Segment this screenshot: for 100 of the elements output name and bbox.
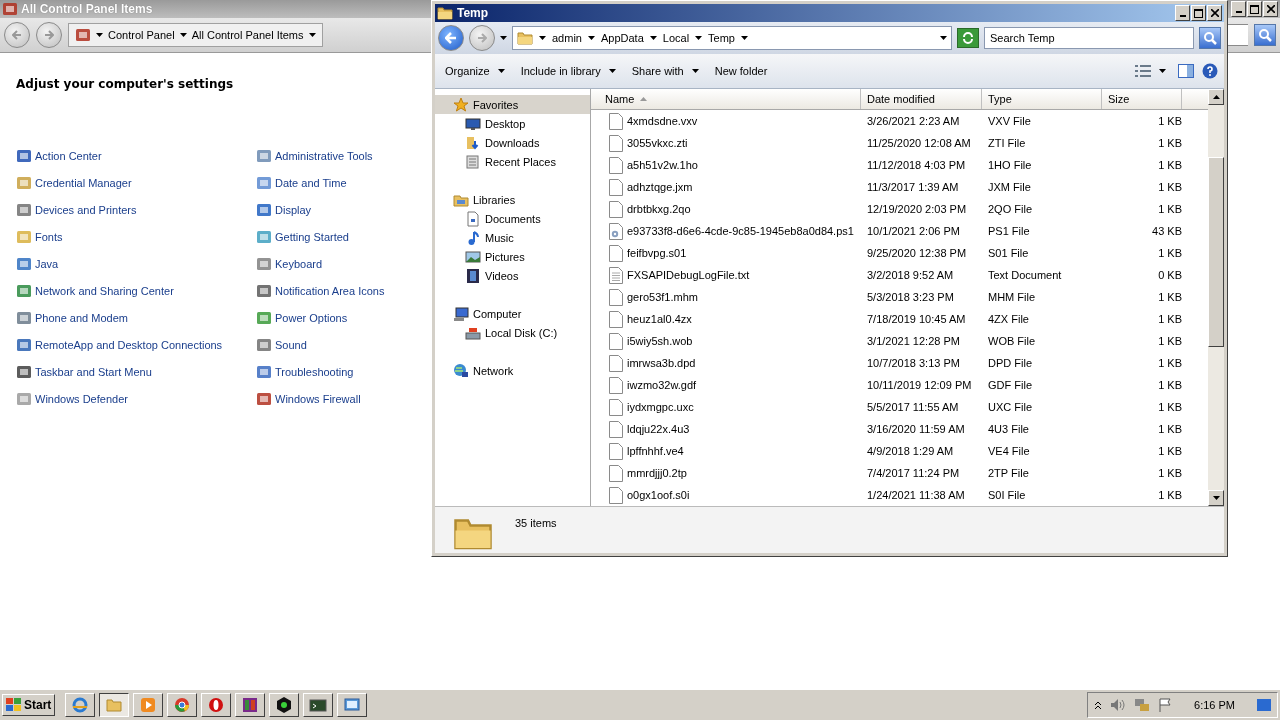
maximize-button[interactable] (1191, 5, 1206, 21)
file-name-cell[interactable]: FXSAPIDebugLogFile.txt (591, 266, 861, 284)
forward-button[interactable] (469, 25, 495, 51)
file-name-cell[interactable]: heuz1al0.4zx (591, 310, 861, 328)
toolbar-button[interactable]: Include in library (516, 59, 620, 83)
applet-link[interactable]: Credential Manager (16, 174, 132, 192)
close-button[interactable] (1263, 1, 1278, 17)
applet-link[interactable]: Date and Time (256, 174, 347, 192)
search-button[interactable] (1254, 24, 1276, 46)
breadcrumb-item[interactable]: Local (662, 32, 690, 44)
start-button[interactable]: Start (2, 694, 56, 716)
toolbar-button[interactable]: Organize (441, 59, 509, 83)
scrollbar[interactable] (1208, 89, 1224, 506)
file-name-cell[interactable]: iydxmgpc.uxc (591, 398, 861, 416)
arrow-right-icon (477, 33, 487, 43)
applet-link[interactable]: Keyboard (256, 255, 323, 273)
applet-link[interactable]: Fonts (16, 228, 63, 246)
toolbar-button[interactable]: New folder (710, 59, 772, 83)
applet-link[interactable]: Windows Firewall (256, 390, 361, 408)
speaker-icon[interactable] (1110, 698, 1127, 712)
applet-link[interactable]: RemoteApp and Desktop Connections (16, 336, 223, 354)
help-icon[interactable] (1202, 63, 1218, 79)
file-name-cell[interactable]: adhztqge.jxm (591, 178, 861, 196)
minimize-button[interactable] (1231, 1, 1246, 17)
maximize-button[interactable] (1247, 1, 1262, 17)
breadcrumb-item[interactable]: admin (552, 32, 582, 44)
search-icon (1203, 31, 1217, 45)
navigation-item[interactable]: Local Disk (C:) (435, 323, 590, 342)
back-button[interactable] (438, 25, 464, 51)
column-header[interactable]: Name (591, 89, 861, 109)
back-button[interactable] (4, 22, 30, 48)
applet-link[interactable]: Java (16, 255, 59, 273)
recent-places-icon (465, 153, 481, 170)
scroll-down-button[interactable] (1208, 490, 1224, 506)
applet-link[interactable]: Troubleshooting (256, 363, 354, 381)
search-button[interactable] (1199, 27, 1221, 49)
close-button[interactable] (1207, 5, 1222, 21)
column-header[interactable]: Size (1102, 89, 1182, 109)
file-name-cell[interactable]: iwzmo32w.gdf (591, 376, 861, 394)
column-header[interactable]: Date modified (861, 89, 982, 109)
file-name-cell[interactable]: i5wiy5sh.wob (591, 332, 861, 350)
navigation-item[interactable]: Favorites (435, 95, 590, 114)
file-name-cell[interactable]: imrwsa3b.dpd (591, 354, 861, 372)
file-name-cell[interactable]: e93733f8-d6e6-4cde-9c85-1945eb8a0d84.ps1 (591, 222, 861, 240)
file-name-cell[interactable]: drbtbkxg.2qo (591, 200, 861, 218)
navigation-item[interactable]: Documents (435, 209, 590, 228)
scrollbar-thumb[interactable] (1208, 157, 1224, 347)
minimize-button[interactable] (1175, 5, 1190, 21)
applet-link[interactable]: Sound (256, 336, 307, 354)
breadcrumb-item[interactable]: Control Panel (108, 29, 175, 41)
applet-link[interactable]: Phone and Modem (16, 309, 128, 327)
file-name-cell[interactable]: o0gx1oof.s0i (591, 486, 861, 504)
forward-button[interactable] (36, 22, 62, 48)
file-name-cell[interactable]: 3055vkxc.zti (591, 134, 861, 152)
navigation-item[interactable]: Pictures (435, 247, 590, 266)
breadcrumb-item[interactable]: All Control Panel Items (191, 29, 304, 41)
windows-logo-icon (6, 698, 22, 712)
applet-link[interactable]: Windows Defender (16, 390, 128, 408)
file-name-cell[interactable]: mmrdjjj0.2tp (591, 464, 861, 482)
navigation-item[interactable]: Computer (435, 304, 590, 323)
applet-link[interactable]: Getting Started (256, 228, 349, 246)
file-name-cell[interactable]: feifbvpg.s01 (591, 244, 861, 262)
search-field[interactable] (1227, 24, 1248, 46)
applet-link[interactable]: Notification Area Icons (256, 282, 385, 300)
file-name-cell[interactable]: a5h51v2w.1ho (591, 156, 861, 174)
file-name-cell[interactable]: gero53f1.mhm (591, 288, 861, 306)
file-name-cell[interactable]: lpffnhhf.ve4 (591, 442, 861, 460)
close-icon (1210, 9, 1219, 17)
navigation-item[interactable]: Network (435, 361, 590, 380)
navigation-item[interactable]: Recent Places (435, 152, 590, 171)
applet-link[interactable]: Action Center (16, 147, 102, 165)
navigation-item[interactable]: Desktop (435, 114, 590, 133)
file-name-cell[interactable]: ldqju22x.4u3 (591, 420, 861, 438)
flag-icon[interactable] (1158, 698, 1173, 712)
navigation-item[interactable]: Videos (435, 266, 590, 285)
file-name-cell[interactable]: 4xmdsdne.vxv (591, 112, 861, 130)
caret-icon (608, 69, 616, 73)
clock[interactable]: 6:16 PM (1194, 699, 1235, 711)
applet-link[interactable]: Display (256, 201, 312, 219)
navigation-item[interactable]: Music (435, 228, 590, 247)
address-bar[interactable]: Control Panel All Control Panel Items (68, 23, 323, 47)
applet-link[interactable]: Devices and Printers (16, 201, 137, 219)
refresh-button[interactable] (957, 28, 979, 48)
navigation-item[interactable]: Libraries (435, 190, 590, 209)
search-field[interactable]: Search Temp (984, 27, 1194, 49)
chevron-up-icon[interactable] (1094, 700, 1103, 710)
taskbar-button[interactable] (99, 693, 130, 717)
applet-icon (256, 229, 272, 245)
applet-link[interactable]: Administrative Tools (256, 147, 373, 165)
applet-link[interactable]: Taskbar and Start Menu (16, 363, 152, 381)
column-header[interactable]: Type (982, 89, 1102, 109)
preview-pane-icon[interactable] (1178, 64, 1194, 78)
toolbar-button[interactable]: Share with (627, 59, 703, 83)
navigation-item[interactable]: Downloads (435, 133, 590, 152)
scroll-up-button[interactable] (1208, 89, 1224, 105)
applet-link[interactable]: Power Options (256, 309, 348, 327)
breadcrumb-item[interactable]: Temp (708, 32, 735, 44)
address-bar[interactable]: admin AppData Local Temp (512, 26, 952, 50)
breadcrumb-item[interactable]: AppData (600, 32, 644, 44)
applet-link[interactable]: Network and Sharing Center (16, 282, 174, 300)
